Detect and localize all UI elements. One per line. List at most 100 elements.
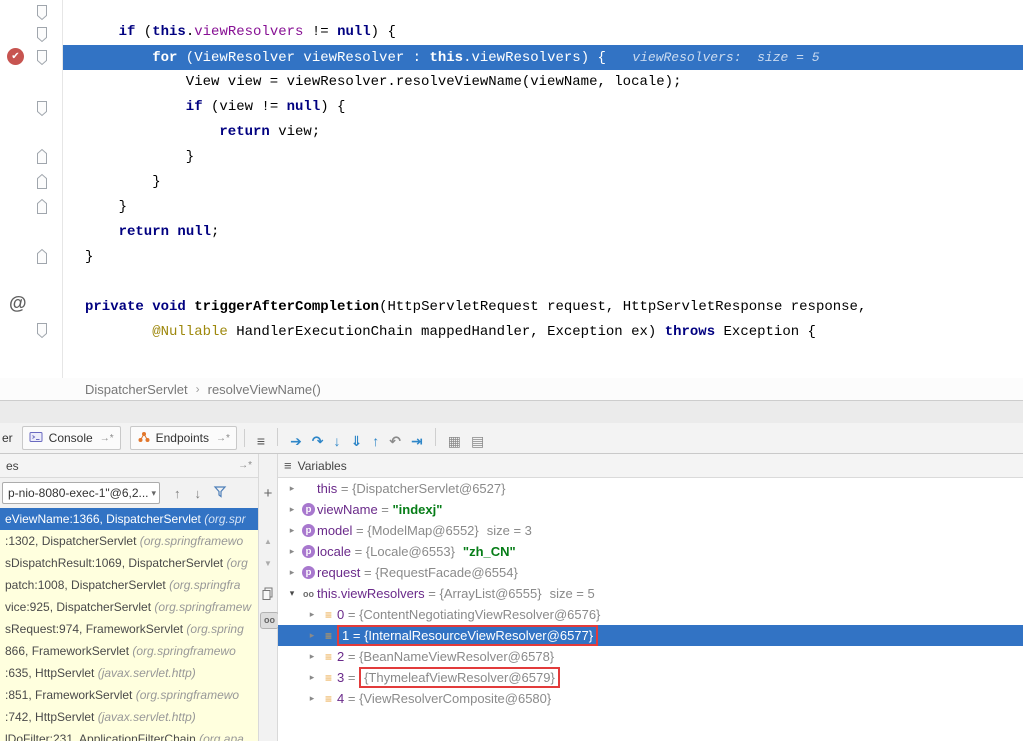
variable-name: model [317,523,352,538]
chevron-right-icon[interactable]: ▸ [284,483,300,494]
add-watch-icon[interactable]: + [259,486,277,501]
frame-location: vice:925, DispatcherServlet [5,600,154,614]
variables-header-label: Variables [298,459,347,473]
variable-row[interactable]: ▸pmodel = {ModelMap@6552}size = 3 [278,520,1023,541]
code-token: private [85,299,144,315]
code-line: if (this.viewResolvers != null) { [119,20,396,45]
chevron-right-icon[interactable]: ▸ [284,504,300,515]
stack-frame-row[interactable]: :1302, DispatcherServlet (org.springfram… [0,530,258,552]
variable-extra: size = 3 [487,523,532,538]
move-watch-up-icon[interactable]: ▲ [259,538,277,546]
array-element-icon: ≡ [320,693,337,705]
variable-value: {ViewResolverComposite@6580} [359,691,551,706]
variable-row[interactable]: ▾oothis.viewResolvers = {ArrayList@6555}… [278,583,1023,604]
variable-row[interactable]: ▸prequest = {RequestFacade@6554} [278,562,1023,583]
frame-location: sDispatchResult:1069, DispatcherServlet [5,556,226,570]
restore-layout-icon[interactable]: ≡ [257,433,265,449]
stack-frame-row[interactable]: :635, HttpServlet (javax.servlet.http) [0,662,258,684]
chevron-right-icon[interactable]: ▸ [304,609,320,620]
verified-breakpoint-icon[interactable]: ✔ [7,48,24,65]
chevron-right-icon[interactable]: ▸ [304,630,320,641]
frames-panel-header: es →* [0,454,258,478]
stack-frame-row[interactable]: sDispatchResult:1069, DispatcherServlet … [0,552,258,574]
variable-row[interactable]: ▸≡0 = {ContentNegotiatingViewResolver@65… [278,604,1023,625]
array-element-icon-glyph: ≡ [325,651,332,663]
array-element-icon-glyph: ≡ [325,630,332,642]
chevron-right-icon[interactable]: ▸ [284,525,300,536]
tab-options-icon[interactable]: →* [216,433,230,444]
variable-row[interactable]: ▸≡3 = {ThymeleafViewResolver@6579} [278,667,1023,688]
code-token: ( [135,24,152,40]
variables-panel: ≡ Variables ▸ this = {DispatcherServlet@6… [278,454,1023,741]
stack-frame-row[interactable]: :851, FrameworkServlet (org.springframew… [0,684,258,706]
frame-up-icon[interactable]: ↑ [174,486,181,501]
chevron-right-icon[interactable]: ▸ [284,567,300,578]
stack-frame-row[interactable]: eViewName:1366, DispatcherServlet (org.s… [0,508,258,530]
step-out-icon[interactable]: ↑ [372,433,379,449]
show-watches-glasses-icon[interactable]: oo [260,612,279,629]
console-icon [29,430,44,447]
toolbar-separator [244,429,245,447]
breadcrumb-method[interactable]: resolveViewName() [208,382,321,397]
variable-row[interactable]: ▸pviewName = "indexj" [278,499,1023,520]
copy-icon[interactable] [259,586,277,605]
step-over-icon[interactable]: ↷ [312,433,324,449]
table-view-icon[interactable]: ▦ [448,433,461,449]
stack-frame-row[interactable]: 866, FrameworkServlet (org.springframewo [0,640,258,662]
frame-package: (org [226,556,247,570]
variable-name: 2 [337,649,344,664]
code-token: null [287,99,321,115]
variable-row[interactable]: ▸≡1 = {InternalResourceViewResolver@6577… [278,625,1023,646]
variable-name: viewName [317,502,378,517]
filter-icon[interactable] [213,485,227,502]
columns-view-icon[interactable]: ▤ [471,433,484,449]
watch-icon-glyph: oo [303,589,314,599]
variable-row[interactable]: ▸≡2 = {BeanNameViewResolver@6578} [278,646,1023,667]
stack-frame-row[interactable]: patch:1008, DispatcherServlet (org.sprin… [0,574,258,596]
watch-icon: oo [300,589,317,599]
force-step-into-icon[interactable]: ⇓ [351,433,363,449]
move-watch-down-icon[interactable]: ▼ [259,560,277,568]
bookmark-icon [35,49,49,71]
bookmark-icon [35,322,49,344]
code-token: (HttpServletRequest request, HttpServlet… [379,299,866,315]
tab-options-icon[interactable]: →* [100,433,114,444]
stack-frame-row[interactable]: lDoFilter:231, ApplicationFilterChain (o… [0,728,258,741]
variable-value: {InternalResourceViewResolver@6577} [364,628,593,643]
thread-dropdown[interactable]: p-nio-8080-exec-1"@6,2... ▾ [2,482,160,504]
tab-endpoints[interactable]: Endpoints →* [130,426,237,450]
code-token: } [186,149,194,165]
breadcrumb-class[interactable]: DispatcherServlet [85,382,188,397]
chevron-right-icon[interactable]: ▸ [304,672,320,683]
show-execution-point-icon[interactable]: ➔ [290,433,302,449]
variable-value: {ArrayList@6555} [439,586,541,601]
equals-sign: = [344,670,359,685]
stack-frame-row[interactable]: vice:925, DispatcherServlet (org.springf… [0,596,258,618]
variable-value: {DispatcherServlet@6527} [352,481,505,496]
drop-frame-icon[interactable]: ↶ [389,433,401,449]
layout-settings-icon[interactable]: ≡ [284,458,292,473]
variable-value: {BeanNameViewResolver@6578} [359,649,554,664]
variable-row[interactable]: ▸plocale = {Locale@6553}"zh_CN" [278,541,1023,562]
tab-console[interactable]: Console →* [22,426,121,450]
breadcrumb-separator-icon: › [196,382,200,396]
variable-row[interactable]: ▸this = {DispatcherServlet@6527} [278,478,1023,499]
chevron-down-icon[interactable]: ▾ [284,588,300,599]
frame-location: :742, HttpServlet [5,710,98,724]
chevron-right-icon[interactable]: ▸ [284,546,300,557]
frame-down-icon[interactable]: ↓ [195,486,202,501]
code-token: throws [665,324,715,340]
run-to-cursor-icon[interactable]: ⇥ [411,433,423,449]
tab-debugger-partial[interactable]: er [2,431,13,445]
stack-frame-row[interactable]: sRequest:974, FrameworkServlet (org.spri… [0,618,258,640]
step-into-icon[interactable]: ↓ [334,433,341,449]
tab-console-label: Console [49,431,93,445]
panel-options-icon[interactable]: →* [238,460,252,471]
chevron-right-icon[interactable]: ▸ [304,693,320,704]
equals-sign: = [344,691,359,706]
frame-package: (org.spring [186,622,243,636]
variable-name: this [317,481,337,496]
chevron-right-icon[interactable]: ▸ [304,651,320,662]
variable-row[interactable]: ▸≡4 = {ViewResolverComposite@6580} [278,688,1023,709]
stack-frame-row[interactable]: :742, HttpServlet (javax.servlet.http) [0,706,258,728]
